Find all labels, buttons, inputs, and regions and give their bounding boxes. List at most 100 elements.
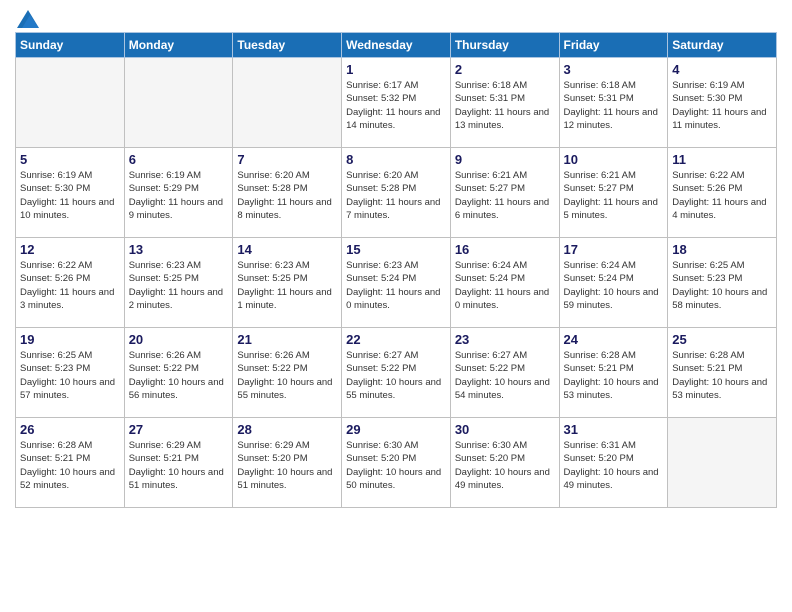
calendar-week-row: 5 Sunrise: 6:19 AM Sunset: 5:30 PM Daylig… bbox=[16, 148, 777, 238]
day-info: Sunrise: 6:28 AM Sunset: 5:21 PM Dayligh… bbox=[672, 349, 772, 402]
calendar-cell: 2 Sunrise: 6:18 AM Sunset: 5:31 PM Daylig… bbox=[450, 58, 559, 148]
calendar-cell: 27 Sunrise: 6:29 AM Sunset: 5:21 PM Dayli… bbox=[124, 418, 233, 508]
calendar-cell: 28 Sunrise: 6:29 AM Sunset: 5:20 PM Dayli… bbox=[233, 418, 342, 508]
calendar-table: SundayMondayTuesdayWednesdayThursdayFrid… bbox=[15, 32, 777, 508]
day-info: Sunrise: 6:19 AM Sunset: 5:30 PM Dayligh… bbox=[20, 169, 120, 222]
weekday-header: Wednesday bbox=[342, 33, 451, 58]
day-info: Sunrise: 6:30 AM Sunset: 5:20 PM Dayligh… bbox=[455, 439, 555, 492]
day-number: 23 bbox=[455, 332, 555, 347]
calendar-cell: 26Sunrise: 6:28 AM Sunset: 5:21 PM Dayli… bbox=[16, 418, 125, 508]
calendar-body: 1Sunrise: 6:17 AM Sunset: 5:32 PM Daylig… bbox=[16, 58, 777, 508]
day-info: Sunrise: 6:26 AM Sunset: 5:22 PM Dayligh… bbox=[237, 349, 337, 402]
day-info: Sunrise: 6:22 AM Sunset: 5:26 PM Dayligh… bbox=[672, 169, 772, 222]
day-number: 15 bbox=[346, 242, 446, 257]
calendar-cell: 1Sunrise: 6:17 AM Sunset: 5:32 PM Daylig… bbox=[342, 58, 451, 148]
day-info: Sunrise: 6:25 AM Sunset: 5:23 PM Dayligh… bbox=[20, 349, 120, 402]
calendar-cell: 25Sunrise: 6:28 AM Sunset: 5:21 PM Dayli… bbox=[668, 328, 777, 418]
day-info: Sunrise: 6:21 AM Sunset: 5:27 PM Dayligh… bbox=[455, 169, 555, 222]
calendar-cell bbox=[233, 58, 342, 148]
calendar-cell: 22Sunrise: 6:27 AM Sunset: 5:22 PM Dayli… bbox=[342, 328, 451, 418]
logo-icon bbox=[17, 10, 39, 28]
calendar-cell: 10Sunrise: 6:21 AM Sunset: 5:27 PM Dayli… bbox=[559, 148, 668, 238]
weekday-header: Tuesday bbox=[233, 33, 342, 58]
day-info: Sunrise: 6:18 AM Sunset: 5:31 PM Dayligh… bbox=[455, 79, 555, 132]
weekday-header: Thursday bbox=[450, 33, 559, 58]
day-info: Sunrise: 6:20 AM Sunset: 5:28 PM Dayligh… bbox=[237, 169, 337, 222]
calendar-cell: 11 Sunrise: 6:22 AM Sunset: 5:26 PM Dayli… bbox=[668, 148, 777, 238]
weekday-row: SundayMondayTuesdayWednesdayThursdayFrid… bbox=[16, 33, 777, 58]
header bbox=[15, 10, 777, 24]
calendar-cell bbox=[668, 418, 777, 508]
day-info: Sunrise: 6:29 AM Sunset: 5:20 PM Dayligh… bbox=[237, 439, 337, 492]
calendar-cell: 21 Sunrise: 6:26 AM Sunset: 5:22 PM Dayli… bbox=[233, 328, 342, 418]
day-info: Sunrise: 6:23 AM Sunset: 5:25 PM Dayligh… bbox=[129, 259, 229, 312]
day-number: 14 bbox=[237, 242, 337, 257]
day-info: Sunrise: 6:24 AM Sunset: 5:24 PM Dayligh… bbox=[564, 259, 664, 312]
day-number: 9 bbox=[455, 152, 555, 167]
day-number: 27 bbox=[129, 422, 229, 437]
day-number: 5 bbox=[20, 152, 120, 167]
day-info: Sunrise: 6:22 AM Sunset: 5:26 PM Dayligh… bbox=[20, 259, 120, 312]
calendar-cell: 5 Sunrise: 6:19 AM Sunset: 5:30 PM Daylig… bbox=[16, 148, 125, 238]
day-number: 20 bbox=[129, 332, 229, 347]
calendar-cell: 24 Sunrise: 6:28 AM Sunset: 5:21 PM Dayli… bbox=[559, 328, 668, 418]
logo bbox=[15, 10, 39, 24]
calendar-cell: 23Sunrise: 6:27 AM Sunset: 5:22 PM Dayli… bbox=[450, 328, 559, 418]
calendar-cell: 3 Sunrise: 6:18 AM Sunset: 5:31 PM Daylig… bbox=[559, 58, 668, 148]
calendar-cell: 16Sunrise: 6:24 AM Sunset: 5:24 PM Dayli… bbox=[450, 238, 559, 328]
day-info: Sunrise: 6:24 AM Sunset: 5:24 PM Dayligh… bbox=[455, 259, 555, 312]
calendar-cell: 15Sunrise: 6:23 AM Sunset: 5:24 PM Dayli… bbox=[342, 238, 451, 328]
calendar-cell: 20 Sunrise: 6:26 AM Sunset: 5:22 PM Dayli… bbox=[124, 328, 233, 418]
day-number: 8 bbox=[346, 152, 446, 167]
calendar-week-row: 19 Sunrise: 6:25 AM Sunset: 5:23 PM Dayli… bbox=[16, 328, 777, 418]
calendar-header: SundayMondayTuesdayWednesdayThursdayFrid… bbox=[16, 33, 777, 58]
day-number: 18 bbox=[672, 242, 772, 257]
day-info: Sunrise: 6:28 AM Sunset: 5:21 PM Dayligh… bbox=[564, 349, 664, 402]
day-info: Sunrise: 6:31 AM Sunset: 5:20 PM Dayligh… bbox=[564, 439, 664, 492]
calendar-cell: 30 Sunrise: 6:30 AM Sunset: 5:20 PM Dayli… bbox=[450, 418, 559, 508]
day-number: 10 bbox=[564, 152, 664, 167]
day-number: 1 bbox=[346, 62, 446, 77]
day-number: 3 bbox=[564, 62, 664, 77]
calendar-cell: 29 Sunrise: 6:30 AM Sunset: 5:20 PM Dayli… bbox=[342, 418, 451, 508]
day-number: 28 bbox=[237, 422, 337, 437]
weekday-header: Friday bbox=[559, 33, 668, 58]
calendar-cell: 12 Sunrise: 6:22 AM Sunset: 5:26 PM Dayli… bbox=[16, 238, 125, 328]
day-number: 19 bbox=[20, 332, 120, 347]
calendar-week-row: 12 Sunrise: 6:22 AM Sunset: 5:26 PM Dayli… bbox=[16, 238, 777, 328]
calendar-cell: 8Sunrise: 6:20 AM Sunset: 5:28 PM Daylig… bbox=[342, 148, 451, 238]
day-number: 30 bbox=[455, 422, 555, 437]
calendar-cell bbox=[124, 58, 233, 148]
day-number: 29 bbox=[346, 422, 446, 437]
day-info: Sunrise: 6:19 AM Sunset: 5:29 PM Dayligh… bbox=[129, 169, 229, 222]
calendar-week-row: 26Sunrise: 6:28 AM Sunset: 5:21 PM Dayli… bbox=[16, 418, 777, 508]
calendar-cell: 18 Sunrise: 6:25 AM Sunset: 5:23 PM Dayli… bbox=[668, 238, 777, 328]
weekday-header: Saturday bbox=[668, 33, 777, 58]
day-number: 4 bbox=[672, 62, 772, 77]
day-number: 17 bbox=[564, 242, 664, 257]
day-info: Sunrise: 6:26 AM Sunset: 5:22 PM Dayligh… bbox=[129, 349, 229, 402]
calendar-cell: 19 Sunrise: 6:25 AM Sunset: 5:23 PM Dayli… bbox=[16, 328, 125, 418]
calendar-cell: 31Sunrise: 6:31 AM Sunset: 5:20 PM Dayli… bbox=[559, 418, 668, 508]
calendar-cell: 17 Sunrise: 6:24 AM Sunset: 5:24 PM Dayli… bbox=[559, 238, 668, 328]
weekday-header: Monday bbox=[124, 33, 233, 58]
day-number: 6 bbox=[129, 152, 229, 167]
day-number: 11 bbox=[672, 152, 772, 167]
day-number: 2 bbox=[455, 62, 555, 77]
calendar-cell: 13Sunrise: 6:23 AM Sunset: 5:25 PM Dayli… bbox=[124, 238, 233, 328]
day-info: Sunrise: 6:25 AM Sunset: 5:23 PM Dayligh… bbox=[672, 259, 772, 312]
calendar-cell: 6 Sunrise: 6:19 AM Sunset: 5:29 PM Daylig… bbox=[124, 148, 233, 238]
day-number: 21 bbox=[237, 332, 337, 347]
day-number: 12 bbox=[20, 242, 120, 257]
weekday-header: Sunday bbox=[16, 33, 125, 58]
calendar-week-row: 1Sunrise: 6:17 AM Sunset: 5:32 PM Daylig… bbox=[16, 58, 777, 148]
day-info: Sunrise: 6:30 AM Sunset: 5:20 PM Dayligh… bbox=[346, 439, 446, 492]
day-number: 22 bbox=[346, 332, 446, 347]
calendar-cell: 9 Sunrise: 6:21 AM Sunset: 5:27 PM Daylig… bbox=[450, 148, 559, 238]
day-number: 26 bbox=[20, 422, 120, 437]
day-info: Sunrise: 6:29 AM Sunset: 5:21 PM Dayligh… bbox=[129, 439, 229, 492]
calendar-cell: 4Sunrise: 6:19 AM Sunset: 5:30 PM Daylig… bbox=[668, 58, 777, 148]
logo-block bbox=[15, 10, 39, 24]
day-number: 24 bbox=[564, 332, 664, 347]
day-info: Sunrise: 6:18 AM Sunset: 5:31 PM Dayligh… bbox=[564, 79, 664, 132]
